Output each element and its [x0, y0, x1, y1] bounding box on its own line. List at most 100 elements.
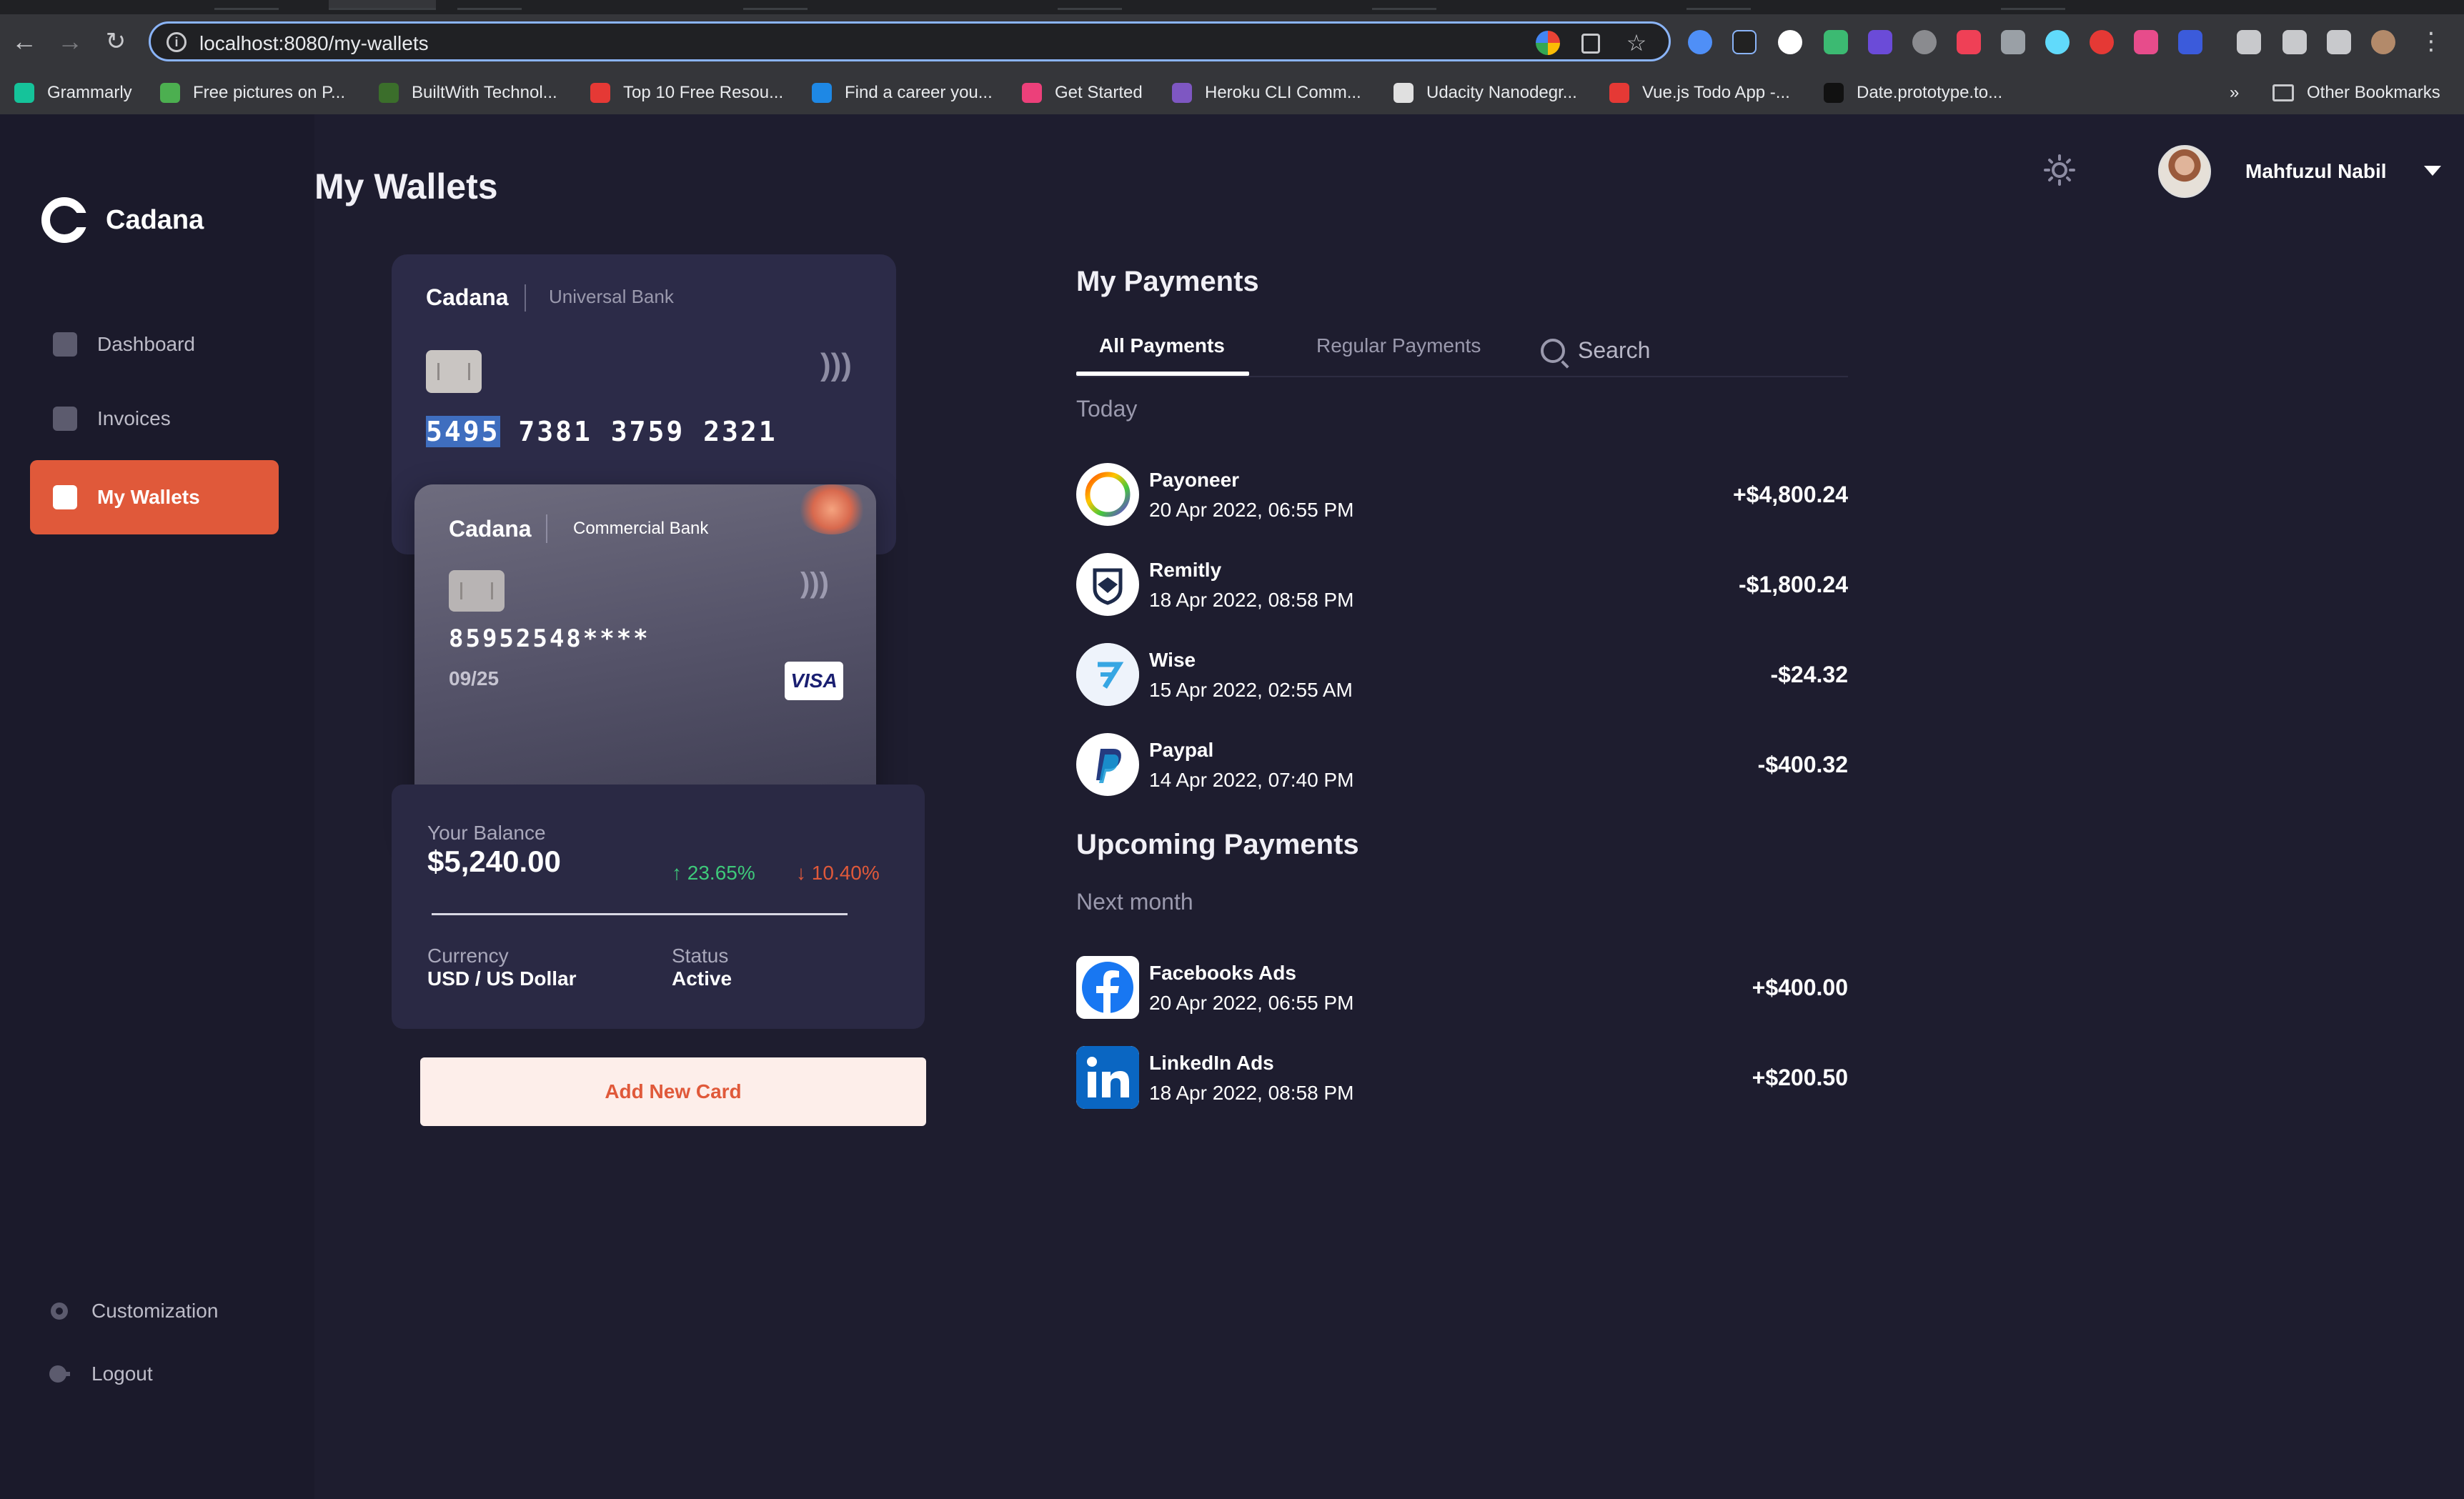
address-bar[interactable]: i localhost:8080/my-wallets ☆ — [149, 21, 1671, 61]
chip-icon — [449, 570, 505, 612]
card-glow — [798, 484, 866, 534]
extension-icon[interactable] — [2001, 30, 2025, 54]
google-icon[interactable] — [1536, 31, 1560, 55]
browser-tab[interactable] — [457, 0, 522, 10]
extension-icon[interactable] — [1778, 30, 1802, 54]
bookmark-label: Free pictures on P... — [193, 83, 345, 102]
payment-name: Wise — [1149, 649, 1196, 671]
bookmarks-overflow[interactable]: » — [2230, 83, 2239, 103]
sidebar-item-customization[interactable]: Customization — [47, 1299, 218, 1323]
pocket-icon[interactable] — [1957, 30, 1981, 54]
star-icon[interactable]: ☆ — [1624, 31, 1649, 55]
site-info-icon[interactable]: i — [167, 32, 187, 52]
active-tab-indicator — [1076, 372, 1249, 376]
browser-tab[interactable] — [2001, 0, 2065, 10]
card-number: 85952548**** — [449, 624, 650, 653]
payments-title: My Payments — [1076, 266, 1259, 297]
bookmark-item[interactable]: Udacity Nanodegr... — [1394, 83, 1577, 103]
forward-arrow-icon[interactable]: → — [54, 26, 86, 57]
extension-icon[interactable] — [2134, 30, 2158, 54]
browser-tab[interactable] — [743, 0, 808, 10]
brand-logo[interactable]: Cadana — [41, 197, 204, 243]
balance-label: Your Balance — [427, 822, 546, 844]
extension-icon[interactable] — [1688, 30, 1712, 54]
payment-amount: +$400.00 — [1752, 975, 1848, 1000]
sun-icon[interactable] — [2044, 154, 2075, 186]
bookmark-label: Udacity Nanodegr... — [1426, 83, 1577, 102]
bookmark-item[interactable]: Date.prototype.to... — [1824, 83, 2002, 103]
payment-row[interactable]: LinkedIn Ads 18 Apr 2022, 08:58 PM +$200.5… — [1076, 1045, 1848, 1109]
avatar[interactable] — [2158, 145, 2211, 198]
sidebar-item-label: Invoices — [97, 407, 171, 429]
bookmark-item[interactable]: Top 10 Free Resou... — [590, 83, 783, 103]
balance-increase: ↑ 23.65% — [672, 862, 755, 885]
bookmark-item[interactable]: Get Started — [1022, 83, 1143, 103]
sidebar-item-invoices[interactable]: Invoices — [30, 382, 279, 456]
bookmark-favicon-icon — [160, 83, 180, 103]
search-icon[interactable] — [1541, 339, 1565, 363]
payment-row[interactable]: Facebooks Ads 20 Apr 2022, 06:55 PM +$400.… — [1076, 955, 1848, 1019]
sidebar-item-dashboard[interactable]: Dashboard — [30, 307, 279, 382]
payment-row[interactable]: Payoneer 20 Apr 2022, 06:55 PM +$4,800.24 — [1076, 462, 1848, 526]
payment-date: 20 Apr 2022, 06:55 PM — [1149, 499, 1354, 521]
payment-amount: +$4,800.24 — [1732, 482, 1848, 507]
side-panel-icon[interactable] — [2327, 30, 2351, 54]
bookmark-favicon-icon — [379, 83, 399, 103]
sidebar-item-logout[interactable]: Logout — [47, 1362, 153, 1386]
tab-regular-payments[interactable]: Regular Payments — [1316, 334, 1481, 357]
bookmark-item[interactable]: Vue.js Todo App -... — [1609, 83, 1790, 103]
browser-tab-active[interactable] — [329, 0, 436, 10]
card-divider — [546, 514, 547, 543]
profile-avatar[interactable] — [2371, 30, 2395, 54]
bookmark-item[interactable]: Grammarly — [14, 83, 132, 103]
bookmark-item[interactable]: Free pictures on P... — [160, 83, 345, 103]
back-arrow-icon[interactable]: ← — [9, 26, 40, 57]
card-brand: Cadana — [426, 284, 509, 310]
address-url[interactable]: localhost:8080/my-wallets — [199, 32, 429, 55]
reading-list-icon[interactable] — [2282, 30, 2307, 54]
currency-value: USD / US Dollar — [427, 967, 577, 990]
other-bookmarks-label: Other Bookmarks — [2307, 83, 2440, 102]
kebab-menu-icon[interactable]: ⋮ — [2415, 26, 2447, 57]
search-input[interactable] — [1578, 333, 1842, 367]
bookmark-label: Top 10 Free Resou... — [623, 83, 784, 102]
share-icon[interactable] — [1581, 34, 1600, 54]
browser-tab[interactable] — [214, 0, 279, 10]
react-devtools-icon[interactable] — [2045, 30, 2070, 54]
bookmark-favicon-icon — [14, 83, 34, 103]
other-bookmarks[interactable]: Other Bookmarks — [2272, 83, 2440, 103]
reload-icon[interactable]: ↻ — [100, 26, 131, 57]
payment-amount: +$200.50 — [1752, 1065, 1848, 1090]
puzzle-icon[interactable] — [2237, 30, 2261, 54]
bookmark-label: Date.prototype.to... — [1857, 83, 2003, 102]
bookmark-item[interactable]: Find a career you... — [812, 83, 993, 103]
browser-tab[interactable] — [1686, 0, 1751, 10]
extension-icon[interactable] — [2178, 30, 2202, 54]
grammarly-icon[interactable] — [1912, 30, 1937, 54]
payment-row[interactable]: Remitly 18 Apr 2022, 08:58 PM -$1,800.24 — [1076, 552, 1848, 616]
payment-row[interactable]: Wise 15 Apr 2022, 02:55 AM -$24.32 — [1076, 642, 1848, 706]
tab-all-payments[interactable]: All Payments — [1099, 334, 1225, 357]
folder-icon — [2272, 84, 2294, 101]
add-new-card-button[interactable]: Add New Card — [420, 1057, 926, 1126]
browser-tab[interactable] — [1058, 0, 1122, 10]
sidebar-item-my-wallets[interactable]: My Wallets — [30, 460, 279, 534]
payment-date: 18 Apr 2022, 08:58 PM — [1149, 1082, 1354, 1104]
sidebar-item-label: Customization — [91, 1300, 219, 1322]
bookmark-item[interactable]: Heroku CLI Comm... — [1172, 83, 1361, 103]
adblock-icon[interactable] — [2090, 30, 2114, 54]
payment-row[interactable]: Paypal 14 Apr 2022, 07:40 PM -$400.32 — [1076, 732, 1848, 796]
wallet-icon — [53, 485, 77, 509]
divider — [432, 913, 848, 915]
gear-icon — [51, 1303, 68, 1320]
user-menu[interactable]: Mahfuzul Nabil — [2158, 139, 2451, 204]
vue-devtools-icon[interactable] — [1824, 30, 1848, 54]
payment-name: Facebooks Ads — [1149, 962, 1296, 984]
eyedropper-icon[interactable] — [1732, 30, 1757, 54]
bookmark-favicon-icon — [1824, 83, 1844, 103]
browser-tab[interactable] — [1372, 0, 1436, 10]
next-month-label: Next month — [1076, 889, 1193, 915]
extension-icon[interactable] — [1868, 30, 1892, 54]
chevron-down-icon[interactable] — [2424, 166, 2441, 176]
bookmark-item[interactable]: BuiltWith Technol... — [379, 83, 557, 103]
